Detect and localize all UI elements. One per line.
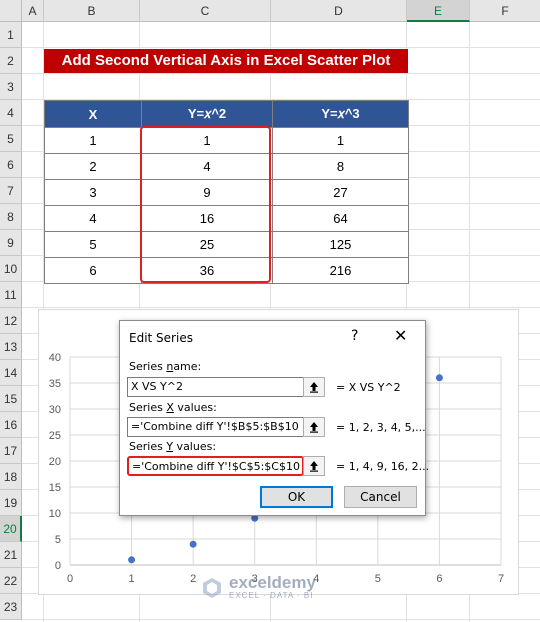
row-header-7[interactable]: 7 bbox=[0, 178, 22, 204]
series-name-label: Series name: bbox=[129, 360, 202, 373]
table-cell[interactable]: 6 bbox=[44, 257, 142, 284]
y-tick-label: 20 bbox=[49, 456, 61, 468]
table-cell[interactable]: 4 bbox=[44, 205, 142, 232]
table-cell[interactable]: 64 bbox=[272, 205, 409, 232]
highlight-y-squared-range bbox=[140, 126, 271, 283]
dialog-title: Edit Series bbox=[129, 331, 193, 345]
table-cell[interactable]: 2 bbox=[44, 153, 142, 180]
table-cell[interactable]: 216 bbox=[272, 257, 409, 284]
exceldemy-watermark: exceldemy EXCEL · DATA · BI bbox=[200, 573, 316, 600]
series-y-values-input[interactable]: ='Combine diff Y'!$C$5:$C$10 bbox=[127, 456, 304, 476]
table-cell[interactable]: 5 bbox=[44, 231, 142, 258]
series-y-preview: = 1, 4, 9, 16, 2... bbox=[336, 460, 430, 473]
edit-series-dialog: Edit Series ? ✕ Series name: X VS Y^2 = … bbox=[119, 320, 430, 516]
y-tick-label: 10 bbox=[49, 508, 61, 520]
sheet-title-banner[interactable]: Add Second Vertical Axis in Excel Scatte… bbox=[44, 49, 408, 73]
row-header-13[interactable]: 13 bbox=[0, 334, 22, 360]
series-x-label: Series X values: bbox=[129, 401, 217, 414]
row-header-14[interactable]: 14 bbox=[0, 360, 22, 386]
row-header-8[interactable]: 8 bbox=[0, 204, 22, 230]
row-header-18[interactable]: 18 bbox=[0, 464, 22, 490]
row-header-15[interactable]: 15 bbox=[0, 386, 22, 412]
x-tick-label: 6 bbox=[436, 573, 442, 585]
row-gridline bbox=[22, 47, 540, 48]
series-y-range-button[interactable] bbox=[303, 456, 325, 476]
row-header-4[interactable]: 4 bbox=[0, 100, 22, 126]
column-header-a[interactable]: A bbox=[22, 0, 44, 22]
row-gridline bbox=[22, 307, 540, 308]
data-point bbox=[435, 374, 443, 382]
series-name-range-button[interactable] bbox=[303, 377, 325, 397]
select-all-corner[interactable] bbox=[0, 0, 22, 22]
table-cell[interactable]: 125 bbox=[272, 231, 409, 258]
help-icon[interactable]: ? bbox=[351, 328, 358, 344]
header-y-squared[interactable]: Y=𝑥^2 bbox=[141, 100, 273, 128]
row-header-1[interactable]: 1 bbox=[0, 22, 22, 48]
close-icon[interactable]: ✕ bbox=[394, 326, 407, 345]
collapse-dialog-icon bbox=[310, 422, 318, 433]
row-header-16[interactable]: 16 bbox=[0, 412, 22, 438]
series-y-label: Series Y values: bbox=[129, 440, 217, 453]
table-cell[interactable]: 1 bbox=[44, 127, 142, 154]
y-tick-label: 25 bbox=[49, 430, 61, 442]
row-header-17[interactable]: 17 bbox=[0, 438, 22, 464]
row-header-22[interactable]: 22 bbox=[0, 568, 22, 594]
y-tick-label: 40 bbox=[49, 352, 61, 364]
row-gridline bbox=[22, 619, 540, 620]
series-x-preview: = 1, 2, 3, 4, 5,... bbox=[336, 421, 426, 434]
row-gridline bbox=[22, 73, 540, 74]
data-point bbox=[189, 540, 197, 548]
ok-button[interactable]: OK bbox=[260, 486, 333, 508]
y-tick-label: 15 bbox=[49, 482, 61, 494]
table-cell[interactable]: 1 bbox=[272, 127, 409, 154]
exceldemy-logo-icon bbox=[203, 577, 221, 598]
header-x[interactable]: X bbox=[44, 100, 142, 128]
row-header-5[interactable]: 5 bbox=[0, 126, 22, 152]
collapse-dialog-icon bbox=[310, 461, 318, 472]
cancel-button[interactable]: Cancel bbox=[344, 486, 417, 508]
table-cell[interactable]: 3 bbox=[44, 179, 142, 206]
row-header-12[interactable]: 12 bbox=[0, 308, 22, 334]
row-header-11[interactable]: 11 bbox=[0, 282, 22, 308]
collapse-dialog-icon bbox=[310, 382, 318, 393]
y-tick-label: 0 bbox=[55, 560, 61, 572]
row-header-3[interactable]: 3 bbox=[0, 74, 22, 100]
column-header-d[interactable]: D bbox=[271, 0, 407, 22]
row-header-2[interactable]: 2 bbox=[0, 48, 22, 74]
x-tick-label: 0 bbox=[67, 573, 73, 585]
column-header-f[interactable]: F bbox=[470, 0, 540, 22]
watermark-tagline: EXCEL · DATA · BI bbox=[229, 591, 314, 600]
column-header-c[interactable]: C bbox=[140, 0, 271, 22]
x-tick-label: 2 bbox=[190, 573, 196, 585]
x-tick-label: 5 bbox=[375, 573, 381, 585]
row-header-19[interactable]: 19 bbox=[0, 490, 22, 516]
x-tick-label: 7 bbox=[498, 573, 504, 585]
series-x-values-input[interactable]: ='Combine diff Y'!$B$5:$B$10 bbox=[127, 417, 304, 437]
row-header-10[interactable]: 10 bbox=[0, 256, 22, 282]
row-header-9[interactable]: 9 bbox=[0, 230, 22, 256]
header-y-cubed[interactable]: Y=𝑥^3 bbox=[272, 100, 409, 128]
column-header-e[interactable]: E bbox=[407, 0, 470, 22]
table-cell[interactable]: 8 bbox=[272, 153, 409, 180]
row-header-21[interactable]: 21 bbox=[0, 542, 22, 568]
row-header-6[interactable]: 6 bbox=[0, 152, 22, 178]
data-point bbox=[128, 556, 136, 564]
table-cell[interactable]: 27 bbox=[272, 179, 409, 206]
y-tick-label: 30 bbox=[49, 404, 61, 416]
series-name-preview: = X VS Y^2 bbox=[336, 381, 401, 394]
series-name-input[interactable]: X VS Y^2 bbox=[127, 377, 304, 397]
row-header-20[interactable]: 20 bbox=[0, 516, 22, 542]
x-tick-label: 1 bbox=[129, 573, 135, 585]
y-tick-label: 35 bbox=[49, 378, 61, 390]
row-header-23[interactable]: 23 bbox=[0, 594, 22, 620]
series-x-range-button[interactable] bbox=[303, 417, 325, 437]
column-header-b[interactable]: B bbox=[44, 0, 140, 22]
watermark-name: exceldemy bbox=[229, 573, 316, 592]
y-tick-label: 5 bbox=[55, 534, 61, 546]
